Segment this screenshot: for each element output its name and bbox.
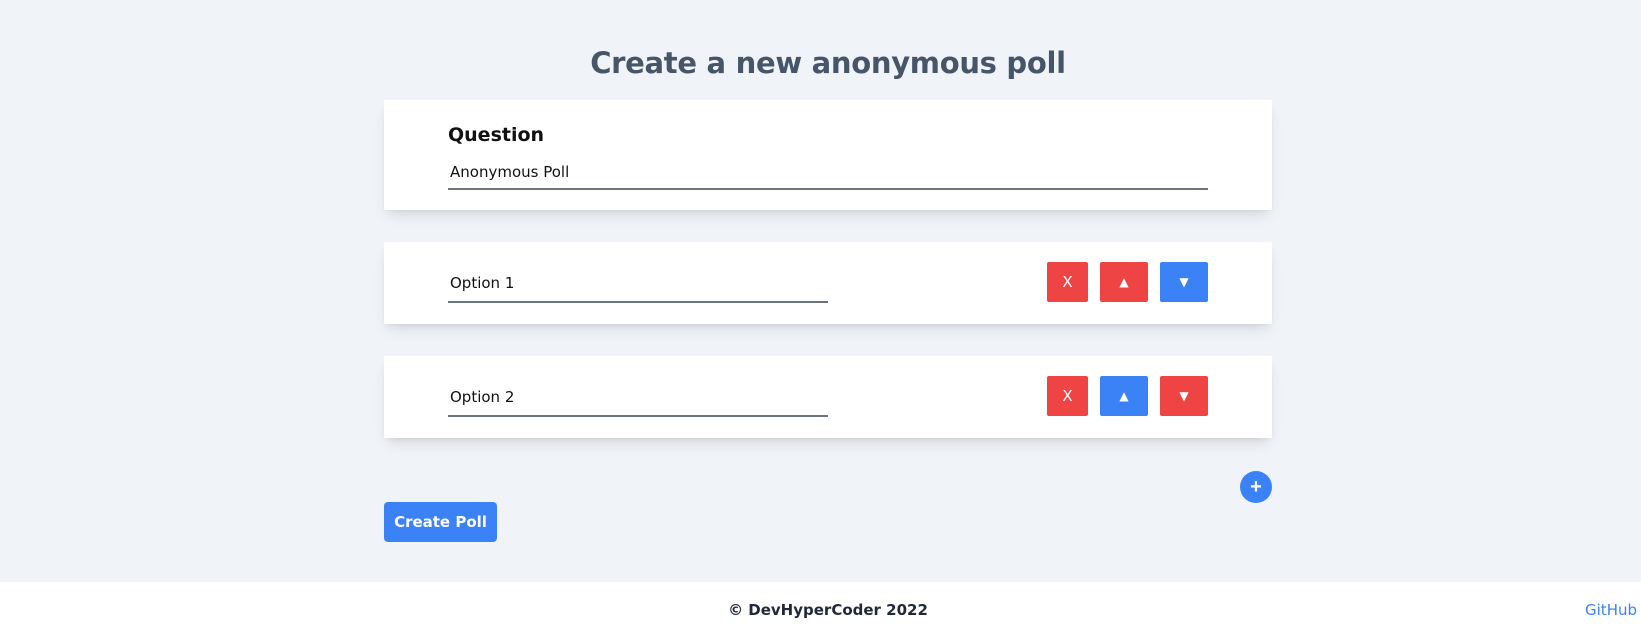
option-input[interactable] xyxy=(448,378,828,417)
question-input[interactable] xyxy=(448,155,1208,190)
plus-icon: + xyxy=(1250,475,1262,498)
close-icon: X xyxy=(1062,273,1073,291)
remove-option-button[interactable]: X xyxy=(1047,376,1088,416)
arrow-down-icon: ▼ xyxy=(1179,389,1189,403)
arrow-up-icon: ▲ xyxy=(1119,389,1129,403)
move-down-button[interactable]: ▼ xyxy=(1160,376,1208,416)
footer: © DevHyperCoder 2022 GitHub xyxy=(0,582,1641,638)
remove-option-button[interactable]: X xyxy=(1047,262,1088,302)
arrow-down-icon: ▼ xyxy=(1179,275,1189,289)
move-down-button[interactable]: ▼ xyxy=(1160,262,1208,302)
add-option-button[interactable]: + xyxy=(1240,471,1272,503)
copyright-text: © DevHyperCoder 2022 xyxy=(728,601,928,619)
option-card: X ▲ ▼ xyxy=(384,242,1272,324)
option-card: X ▲ ▼ xyxy=(384,356,1272,438)
move-up-button[interactable]: ▲ xyxy=(1100,376,1148,416)
close-icon: X xyxy=(1062,387,1073,405)
page-title: Create a new anonymous poll xyxy=(590,46,1066,80)
move-up-button[interactable]: ▲ xyxy=(1100,262,1148,302)
arrow-up-icon: ▲ xyxy=(1119,275,1129,289)
question-label: Question xyxy=(448,124,545,146)
option-input[interactable] xyxy=(448,264,828,303)
question-card: Question xyxy=(384,100,1272,210)
create-poll-button[interactable]: Create Poll xyxy=(384,502,497,542)
github-link[interactable]: GitHub xyxy=(1585,601,1637,619)
